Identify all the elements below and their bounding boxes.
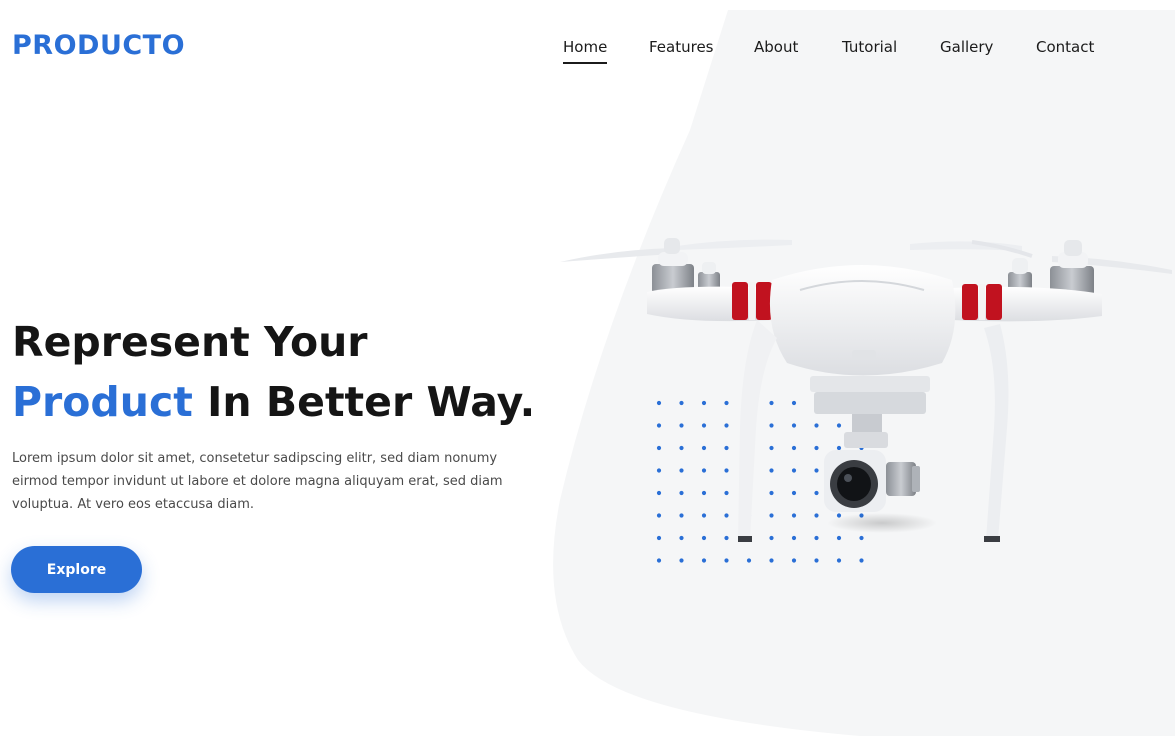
- main-nav: Home Features About Tutorial Gallery Con…: [0, 38, 1175, 78]
- nav-item-contact[interactable]: Contact: [1036, 38, 1094, 64]
- hero-description: Lorem ipsum dolor sit amet, consetetur s…: [12, 451, 503, 512]
- pattern-dot: [814, 558, 819, 563]
- pattern-dot: [791, 558, 797, 563]
- nav-item-features[interactable]: Features: [649, 38, 714, 64]
- nav-item-home[interactable]: Home: [563, 38, 608, 64]
- pattern-dot: [724, 558, 729, 563]
- nav-item-tutorial[interactable]: Tutorial: [842, 38, 897, 64]
- pattern-dot: [769, 558, 774, 563]
- nav-item-about[interactable]: About: [754, 38, 798, 64]
- explore-button[interactable]: Explore: [11, 546, 142, 593]
- hero-headline: Represent Your Product In Better Way.: [12, 312, 535, 432]
- drone-image: [560, 238, 1172, 542]
- nav-item-gallery[interactable]: Gallery: [940, 38, 993, 64]
- headline-accent: Product: [12, 378, 193, 426]
- pattern-dot: [656, 558, 662, 563]
- pattern-dot: [701, 558, 707, 563]
- pattern-dot: [836, 558, 842, 563]
- headline-line-1: Represent Your: [12, 318, 368, 366]
- pattern-dot: [679, 558, 684, 563]
- pattern-dot: [859, 558, 864, 563]
- pattern-dot: [746, 558, 752, 563]
- headline-rest: In Better Way.: [192, 378, 536, 426]
